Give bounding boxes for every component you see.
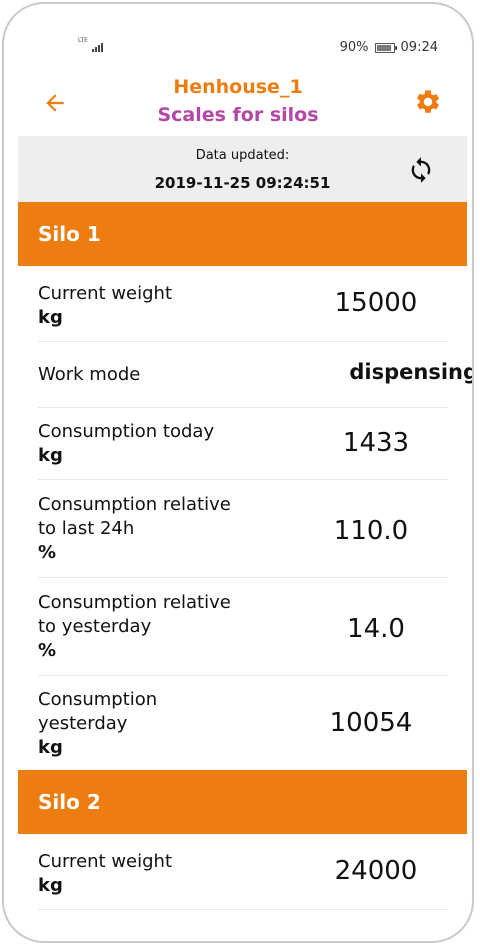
unit-label: kg bbox=[38, 737, 63, 758]
status-bar: LTE 90% 09:24 bbox=[4, 4, 472, 55]
label-line: Current weight bbox=[38, 851, 173, 872]
silo-1-consumption-yesterday-row: Consumption yesterday kg 10054 bbox=[38, 676, 448, 772]
app-header: Henhouse_1 Scales for silos bbox=[4, 68, 472, 136]
consumption-last24h-value: 110.0 bbox=[333, 516, 409, 546]
silo-1-consumption-last24h-row: Consumption relative to last 24h % 110.0 bbox=[38, 480, 448, 578]
silo-1-consumption-today-row: Consumption today kg 1433 bbox=[38, 408, 448, 480]
data-updated-timestamp: 2019-11-25 09:24:51 bbox=[154, 174, 331, 192]
label-line: Consumption bbox=[38, 689, 158, 710]
label-line: Consumption relative bbox=[38, 592, 231, 613]
label-line: Consumption relative bbox=[38, 494, 231, 515]
silo-1-consumption-yesterday-rel-row: Consumption relative to yesterday % 14.0 bbox=[38, 578, 448, 676]
row-label: Consumption relative to last 24h % bbox=[38, 493, 231, 565]
row-label: Work mode bbox=[38, 364, 141, 385]
battery-percent: 90% bbox=[339, 40, 369, 55]
consumption-today-value: 1433 bbox=[342, 428, 410, 458]
unit-label: kg bbox=[38, 445, 63, 466]
gear-icon[interactable] bbox=[414, 88, 442, 116]
unit-label: % bbox=[38, 640, 57, 661]
label-line: to yesterday bbox=[38, 616, 152, 637]
unit-label: % bbox=[38, 542, 57, 563]
status-right: 90% 09:24 bbox=[340, 40, 438, 55]
silo-1-work-mode-row: Work mode dispensing bbox=[38, 342, 472, 408]
page-title: Henhouse_1 bbox=[173, 76, 303, 98]
consumption-yesterday-rel-value: 14.0 bbox=[347, 614, 405, 644]
label-line: Consumption today bbox=[38, 421, 215, 442]
signal-icon: LTE bbox=[78, 37, 108, 52]
clock: 09:24 bbox=[400, 40, 438, 55]
label-line: yesterday bbox=[38, 713, 128, 734]
unit-label: kg bbox=[38, 307, 63, 328]
network-type: LTE bbox=[78, 37, 88, 44]
refresh-icon[interactable] bbox=[407, 156, 435, 184]
consumption-yesterday-value: 10054 bbox=[329, 708, 413, 738]
data-updated-panel: Data updated: 2019-11-25 09:24:51 bbox=[18, 136, 467, 204]
battery-icon bbox=[374, 42, 397, 53]
current-weight-value: 24000 bbox=[334, 856, 418, 886]
row-label: Consumption relative to yesterday % bbox=[38, 591, 231, 663]
silo-1-header[interactable]: Silo 1 bbox=[18, 202, 467, 266]
unit-label: kg bbox=[38, 875, 63, 896]
row-label: Consumption yesterday kg bbox=[38, 688, 157, 760]
current-weight-value: 15000 bbox=[334, 288, 418, 318]
silo-2-header[interactable]: Silo 2 bbox=[18, 770, 467, 834]
work-mode-value: dispensing bbox=[349, 360, 474, 384]
silo-1-name: Silo 1 bbox=[38, 222, 101, 246]
row-label: Current weight kg bbox=[38, 282, 172, 330]
row-label: Current weight kg bbox=[38, 850, 172, 898]
silo-1-current-weight-row: Current weight kg 15000 bbox=[38, 266, 448, 342]
phone-screen: LTE 90% 09:24 Henhouse_1 Scales for silo… bbox=[2, 2, 474, 943]
page-subtitle: Scales for silos bbox=[157, 104, 319, 126]
row-label: Consumption today kg bbox=[38, 420, 214, 468]
silo-2-name: Silo 2 bbox=[38, 790, 101, 814]
silo-2-current-weight-row: Current weight kg 24000 bbox=[38, 834, 448, 910]
label-line: Current weight bbox=[38, 283, 173, 304]
label-line: to last 24h bbox=[38, 518, 135, 539]
data-updated-label: Data updated: bbox=[195, 148, 290, 163]
